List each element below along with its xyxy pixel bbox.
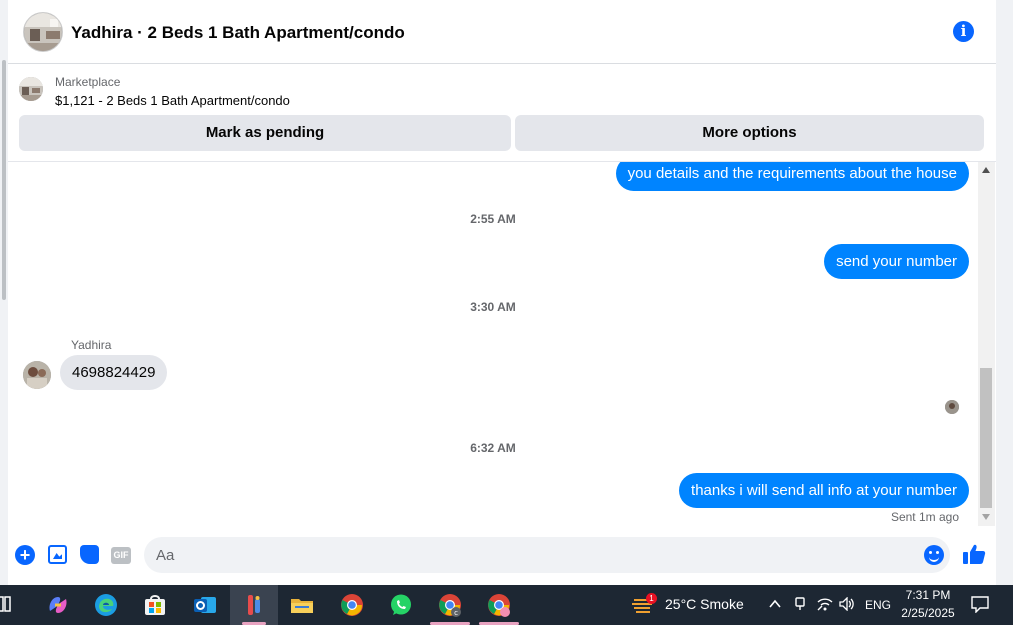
chrome-icon[interactable]	[340, 593, 364, 617]
photo-icon[interactable]	[48, 545, 67, 564]
wifi-icon[interactable]	[817, 597, 833, 611]
task-view-icon[interactable]	[0, 595, 12, 613]
marketplace-label: Marketplace	[55, 75, 121, 89]
more-options-button[interactable]: More options	[515, 115, 984, 151]
chat-title[interactable]: Yadhira · 2 Beds 1 Bath Apartment/condo	[71, 23, 405, 43]
file-explorer-icon[interactable]	[290, 593, 314, 617]
timestamp: 2:55 AM	[470, 212, 516, 226]
sent-status: Sent 1m ago	[890, 510, 959, 524]
timestamp: 6:32 AM	[470, 441, 516, 455]
like-icon[interactable]	[962, 543, 986, 565]
notifications-icon[interactable]	[971, 595, 989, 614]
volume-icon[interactable]	[839, 596, 855, 612]
listing-avatar[interactable]	[23, 12, 63, 52]
copilot-icon[interactable]	[46, 593, 70, 617]
message-composer: + GIF	[8, 530, 996, 585]
gif-icon[interactable]: GIF	[111, 547, 131, 564]
edge-icon[interactable]	[94, 593, 118, 617]
chat-header: Yadhira · 2 Beds 1 Bath Apartment/condo …	[8, 0, 996, 64]
scroll-down-arrow-icon[interactable]	[982, 514, 990, 520]
windows-taskbar: c 1 25°C Smoke ENG 7:31 PM 2/25/2025	[0, 585, 1013, 625]
sender-avatar[interactable]	[23, 361, 51, 389]
mark-as-pending-button[interactable]: Mark as pending	[19, 115, 511, 151]
clock-date[interactable]: 2/25/2025	[898, 606, 958, 620]
svg-text:c: c	[454, 609, 458, 617]
outgoing-message[interactable]: send your number	[824, 244, 969, 279]
whatsapp-icon[interactable]	[389, 593, 413, 617]
language-indicator[interactable]: ENG	[865, 598, 891, 612]
chevron-up-icon[interactable]	[768, 597, 782, 611]
outgoing-message[interactable]: you details and the requirements about t…	[615, 162, 969, 191]
chat-window: Yadhira · 2 Beds 1 Bath Apartment/condo …	[8, 0, 996, 585]
weather-badge: 1	[646, 593, 657, 604]
clock-time[interactable]: 7:31 PM	[900, 588, 956, 602]
listing-thumbnail[interactable]	[19, 77, 43, 101]
sender-name: Yadhira	[71, 338, 112, 352]
timestamp: 3:30 AM	[470, 300, 516, 314]
pinned-app-icon[interactable]	[242, 593, 266, 617]
info-icon[interactable]: i	[953, 21, 974, 42]
page-background-right	[996, 0, 1013, 585]
emoji-icon[interactable]	[924, 545, 944, 565]
listing-title[interactable]: $1,121 - 2 Beds 1 Bath Apartment/condo	[55, 93, 290, 108]
message-input[interactable]	[144, 537, 950, 573]
scrollbar-thumb[interactable]	[980, 368, 992, 508]
seen-indicator-avatar	[945, 400, 959, 414]
chrome-profile-icon[interactable]: c	[438, 593, 462, 617]
message-scrollbar[interactable]	[978, 162, 995, 526]
scroll-up-arrow-icon[interactable]	[982, 167, 990, 173]
sticker-icon[interactable]	[80, 545, 99, 564]
weather-text[interactable]: 25°C Smoke	[665, 596, 744, 612]
meet-now-icon[interactable]	[793, 596, 807, 612]
page-scrollbar[interactable]	[2, 60, 6, 300]
outgoing-message[interactable]: thanks i will send all info at your numb…	[679, 473, 969, 508]
plus-icon[interactable]: +	[15, 545, 35, 565]
microsoft-store-icon[interactable]	[143, 593, 167, 617]
incoming-message[interactable]: 4698824429	[60, 355, 168, 390]
outlook-icon[interactable]	[193, 593, 217, 617]
message-list: you details and the requirements about t…	[8, 162, 996, 526]
marketplace-listing: Marketplace $1,121 - 2 Beds 1 Bath Apart…	[8, 64, 996, 162]
page-background-left	[0, 0, 8, 585]
chrome-profile-icon[interactable]	[487, 593, 511, 617]
